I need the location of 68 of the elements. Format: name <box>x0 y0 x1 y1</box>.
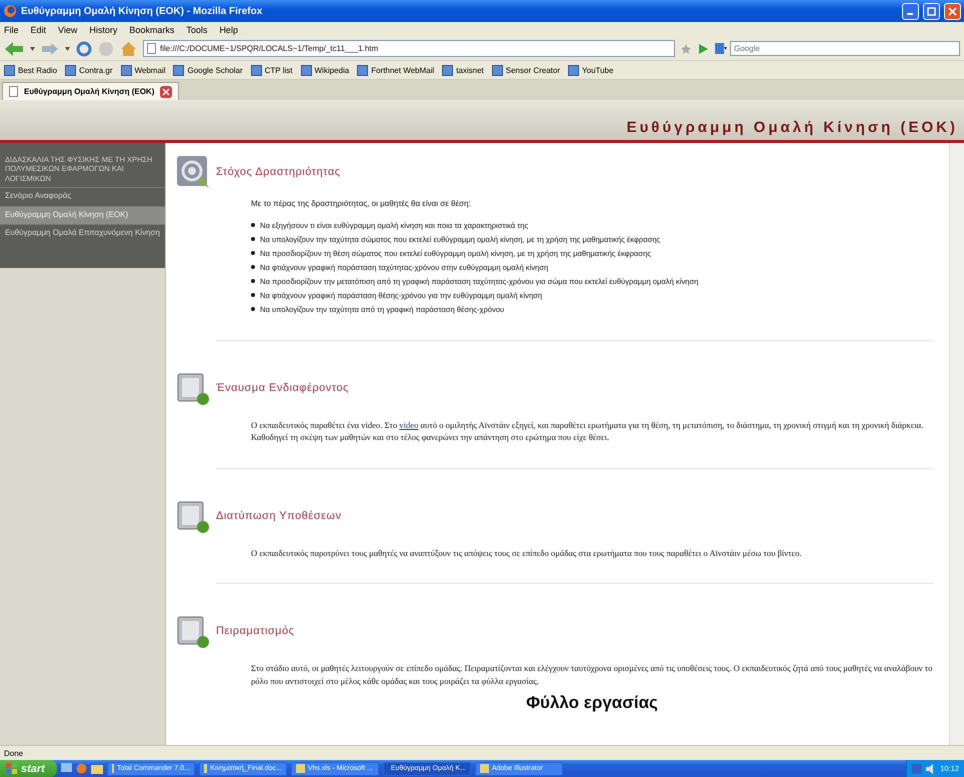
dropdown-icon[interactable] <box>65 46 70 50</box>
bookmark[interactable]: Google Scholar <box>173 64 243 76</box>
page-icon <box>147 43 156 54</box>
menu-item[interactable]: View <box>58 24 78 34</box>
flag-icon <box>6 763 17 774</box>
menu-item[interactable]: Bookmarks <box>129 24 174 34</box>
status-text: Done <box>4 748 24 758</box>
sidebar-item[interactable]: Ευθύγραμμη Ομαλά Επιταχυνόμενη Κίνηση <box>0 224 165 268</box>
subheading: Φύλλο εργασίας <box>525 693 659 714</box>
bookmark[interactable]: Contra.gr <box>65 64 112 76</box>
menu-item[interactable]: File <box>4 24 19 34</box>
menu-item[interactable]: History <box>89 24 118 34</box>
bookmark[interactable]: YouTube <box>568 64 614 76</box>
maximize-button[interactable] <box>923 2 940 20</box>
page-title: Ευθύγραμμη Ομαλή Κίνηση (ΕΟΚ) <box>626 119 958 136</box>
menu-item[interactable]: Tools <box>186 24 208 34</box>
minimize-button[interactable] <box>902 2 919 20</box>
scrollbar[interactable] <box>949 143 964 745</box>
paragraph: Στο στάδιο αυτό, οι μαθητές λειτουργούν σε επίπεδο ομάδας. Πειραματίζονται και ελέγχουν ταυτόχρονα ορισμένες από τις υποθέσεις τους. Ο εκπαιδευτικός ζητά από τους μαθητές να αναλάβουν το ρόλο που αντιστοιχεί στο μέλος κάθε ομάδας και τους μοιράζει τα φύλλα εργασίας. <box>251 662 933 688</box>
video-link[interactable]: video <box>399 420 418 430</box>
go-icon[interactable] <box>697 42 709 54</box>
reload-icon[interactable] <box>76 40 92 56</box>
back-icon[interactable] <box>4 40 24 56</box>
bookmark[interactable]: taxisnet <box>442 64 484 76</box>
clipboard-icon <box>176 498 210 533</box>
bullet-icon <box>251 251 255 255</box>
bullet-icon <box>251 223 255 227</box>
browser-icon[interactable] <box>76 763 87 774</box>
desktop-icon[interactable] <box>60 763 72 774</box>
home-icon[interactable] <box>120 40 137 56</box>
gear-icon <box>176 155 210 189</box>
bookmark[interactable]: Forthnet WebMail <box>357 64 434 76</box>
section-title: Πειραματισμός <box>216 625 294 638</box>
search-field[interactable]: Google <box>730 41 960 56</box>
bullet-icon <box>251 307 255 311</box>
window-title: Ευθύγραμμη Ομαλή Κίνηση (ΕΟΚ) - Mozilla Firefox <box>21 6 264 16</box>
section-title: Έναυσμα Ενδιαφέροντος <box>216 382 349 394</box>
bookmark[interactable]: Sensor Creator <box>492 64 560 76</box>
paragraph: Ο εκπαιδευτικός παραθέτει ένα video. Στο video αυτό ο ομιλητής Αϊνστάιν εξηγεί, και παραθέτει ερωτήματα για τη θέση, τη μετατόπιση, το διάστημα, τη χρονική στιγμή και τη χρονική διάρκεια. Καθοδηγεί τη σκέψη των μαθητών και στο τέλος φανερώνει την απάντηση στο ερώτημα που είχε θέσει. <box>251 419 924 444</box>
clipboard-icon <box>176 614 210 648</box>
star-icon[interactable] <box>681 44 691 54</box>
paragraph: Με το πέρας της δραστηριότητας, οι μαθητές θα είναι σε θέση: <box>251 199 472 208</box>
bullet-icon <box>251 265 255 269</box>
clipboard-icon <box>176 371 210 405</box>
address-bar[interactable]: file:///C:/DOCUME~1/SPQR/LOCALS~1/Temp/_tc11___1.htm <box>143 40 675 57</box>
browser-tab[interactable]: Ευθύγραμμη Ομαλή Κίνηση (ΕΟΚ) <box>2 82 180 100</box>
dropdown-icon[interactable] <box>30 46 35 50</box>
folder-icon[interactable] <box>90 763 103 774</box>
menu-item[interactable]: Help <box>219 24 238 34</box>
maximize-icon[interactable] <box>927 6 936 16</box>
menu-item[interactable]: Edit <box>30 24 46 34</box>
bullet-icon <box>251 237 255 241</box>
section-title: Διατύπωση Υποθέσεων <box>216 510 342 522</box>
search-engine-icon[interactable] <box>715 43 727 54</box>
close-icon[interactable] <box>948 6 957 16</box>
bookmark[interactable]: CTP list <box>250 64 292 76</box>
close-button[interactable] <box>944 2 961 20</box>
bookmark[interactable]: Webmail <box>120 64 166 76</box>
paragraph: Ο εκπαιδευτικός παροτρύνει τους μαθητές να αναπτύξουν τις απόψεις τους σε επίπεδο ομάδας στα ερωτήματα που τους παραθέτει ο Αϊνστάιν μέσω του βίντεο. <box>251 546 803 560</box>
sidebar-item[interactable]: Σενάριο Αναφοράς <box>0 187 165 206</box>
bullet-icon <box>251 293 255 297</box>
forward-icon[interactable] <box>41 42 59 56</box>
bookmark[interactable]: Best Radio <box>4 64 58 76</box>
close-icon[interactable] <box>160 86 172 98</box>
bullet-icon <box>251 279 255 283</box>
section-title: Στόχος Δραστηριότητας <box>216 166 340 178</box>
page-icon <box>9 86 18 97</box>
bookmark[interactable]: Wikipedia <box>300 64 350 76</box>
